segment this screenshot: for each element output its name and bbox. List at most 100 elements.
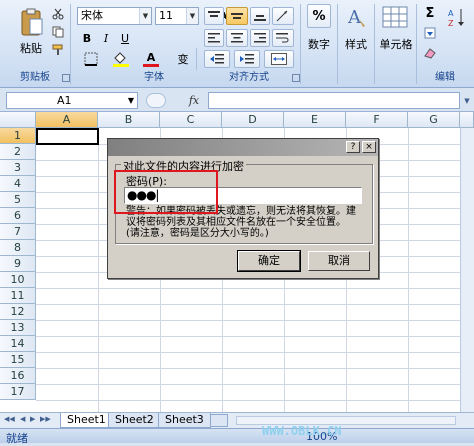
align-center-button[interactable] — [226, 29, 248, 47]
dialog-title-bar[interactable] — [108, 139, 378, 156]
vertical-scrollbar-top[interactable] — [460, 112, 474, 128]
middle-align-button[interactable] — [226, 7, 248, 25]
cells-icon[interactable] — [380, 4, 410, 30]
italic-button[interactable]: I — [97, 29, 115, 47]
row-header[interactable]: 2 — [0, 144, 36, 160]
active-cell-a1[interactable] — [36, 128, 99, 145]
clipboard-group-label: 剪贴板 — [20, 72, 50, 83]
autosum-label: Σ — [425, 5, 435, 21]
border-button[interactable] — [78, 50, 104, 68]
highlight-annotation — [114, 170, 218, 214]
svg-text:A: A — [448, 9, 454, 18]
help-icon[interactable]: ? — [346, 141, 360, 153]
cells-button[interactable]: 单元格 — [376, 36, 416, 52]
formula-bar-divider[interactable] — [146, 93, 166, 108]
wrap-text-button[interactable] — [272, 29, 294, 47]
format-painter-icon[interactable] — [50, 42, 66, 58]
sort-filter-icon[interactable]: AZ — [446, 4, 468, 30]
row-header[interactable]: 13 — [0, 320, 36, 336]
clipboard-launcher-icon[interactable] — [62, 74, 70, 82]
alignment-group-label: 对齐方式 — [229, 72, 269, 83]
row-header[interactable]: 3 — [0, 160, 36, 176]
wrap-text-icon — [276, 33, 289, 43]
fill-icon[interactable] — [420, 24, 440, 42]
font-color-button[interactable]: A — [138, 50, 164, 68]
styles-icon[interactable]: A — [344, 4, 368, 30]
chevron-down-icon[interactable]: ▼ — [139, 8, 151, 24]
sheet-tab[interactable]: Sheet3 — [158, 413, 211, 428]
column-header[interactable]: G — [408, 112, 460, 128]
percent-icon[interactable]: % — [307, 4, 331, 28]
phonetic-button[interactable]: 变 — [170, 50, 196, 68]
row-header[interactable]: 8 — [0, 240, 36, 256]
row-header[interactable]: 12 — [0, 304, 36, 320]
merge-center-icon — [271, 53, 287, 65]
chevron-down-icon[interactable]: ▼ — [186, 8, 198, 24]
font-color-swatch — [143, 63, 159, 67]
first-sheet-icon[interactable]: ◀◀ — [4, 415, 15, 423]
next-sheet-icon[interactable]: ▶ — [30, 415, 35, 423]
expand-formula-bar-icon[interactable]: ▼ — [462, 94, 472, 108]
paste-icon[interactable] — [16, 4, 46, 40]
vertical-scrollbar[interactable] — [460, 128, 474, 412]
chevron-down-icon[interactable]: ▼ — [128, 93, 134, 108]
sheet-tab[interactable]: Sheet2 — [108, 413, 161, 428]
insert-sheet-icon[interactable] — [210, 414, 228, 427]
row-header[interactable]: 1 — [0, 128, 36, 144]
row-header[interactable]: 5 — [0, 192, 36, 208]
column-header[interactable]: F — [346, 112, 408, 128]
ok-button[interactable]: 确定 — [237, 250, 301, 272]
row-header[interactable]: 11 — [0, 288, 36, 304]
align-left-button[interactable] — [204, 29, 224, 47]
row-header[interactable]: 10 — [0, 272, 36, 288]
row-header[interactable]: 4 — [0, 176, 36, 192]
prev-sheet-icon[interactable]: ◀ — [20, 415, 25, 423]
styles-button[interactable]: 样式 — [340, 36, 372, 52]
font-size-combo[interactable]: 11 ▼ — [155, 7, 199, 25]
font-name-combo[interactable]: 宋体 ▼ — [77, 7, 152, 25]
copy-icon[interactable] — [50, 24, 66, 40]
row-header[interactable]: 15 — [0, 352, 36, 368]
row-header[interactable]: 14 — [0, 336, 36, 352]
ready-status: 就绪 — [6, 432, 28, 445]
orientation-button[interactable] — [272, 7, 294, 25]
column-header[interactable]: B — [98, 112, 160, 128]
select-all-corner[interactable] — [0, 112, 36, 128]
increase-indent-button[interactable] — [234, 50, 260, 68]
decrease-indent-button[interactable] — [204, 50, 230, 68]
row-header[interactable]: 9 — [0, 256, 36, 272]
name-box-value: A1 — [57, 94, 72, 107]
percent-label: % — [312, 8, 326, 24]
column-header[interactable]: D — [222, 112, 284, 128]
name-box[interactable]: A1 ▼ — [6, 92, 138, 109]
formula-input[interactable] — [208, 92, 460, 109]
last-sheet-icon[interactable]: ▶▶ — [40, 415, 51, 423]
column-header[interactable]: C — [160, 112, 222, 128]
column-header[interactable]: A — [36, 112, 98, 128]
row-header[interactable]: 17 — [0, 384, 36, 400]
underline-button[interactable]: U — [116, 29, 134, 47]
bottom-align-button[interactable] — [250, 7, 270, 25]
number-button[interactable]: 数字 — [302, 36, 336, 52]
paste-button[interactable]: 粘贴 — [14, 40, 48, 56]
close-icon[interactable]: × — [362, 141, 376, 153]
fill-color-button[interactable] — [108, 50, 136, 68]
top-align-icon — [208, 11, 220, 17]
align-right-button[interactable] — [250, 29, 270, 47]
clear-icon[interactable] — [420, 44, 440, 62]
merge-center-button[interactable] — [264, 50, 294, 68]
fill-color-icon — [113, 52, 129, 67]
cancel-button[interactable]: 取消 — [308, 251, 370, 271]
column-header[interactable]: E — [284, 112, 346, 128]
status-bar: 就绪 100% — [0, 428, 474, 445]
bold-button[interactable]: B — [78, 29, 96, 47]
row-header[interactable]: 6 — [0, 208, 36, 224]
row-header[interactable]: 16 — [0, 368, 36, 384]
alignment-launcher-icon[interactable] — [292, 74, 300, 82]
autosum-icon[interactable]: Σ — [420, 4, 440, 22]
top-align-button[interactable] — [204, 7, 224, 25]
insert-function-button[interactable]: fx — [180, 91, 208, 110]
sheet-tab[interactable]: Sheet1 — [60, 413, 113, 428]
cut-icon[interactable] — [50, 6, 66, 22]
row-header[interactable]: 7 — [0, 224, 36, 240]
